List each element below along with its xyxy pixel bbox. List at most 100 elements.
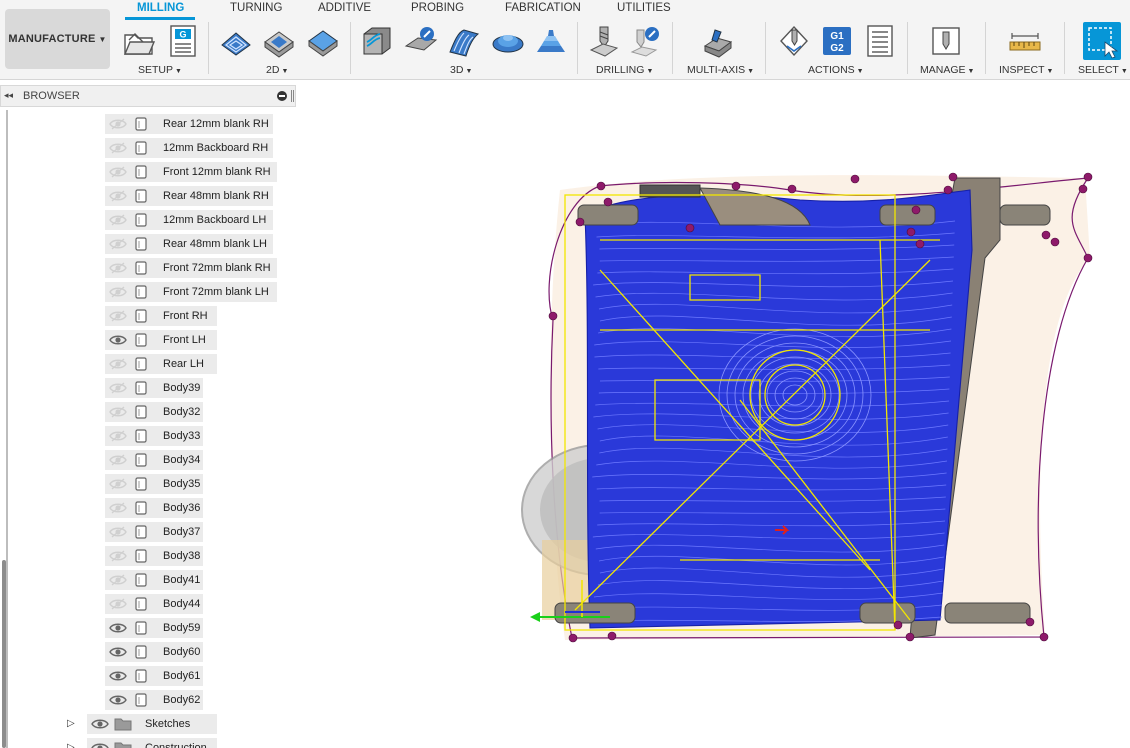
body-row[interactable]: Body60 [105,642,203,662]
3d-pocket-settings-icon[interactable] [404,24,438,58]
eye-hidden-icon[interactable] [109,549,127,563]
browser-scrollbar[interactable] [2,560,6,748]
group-manage[interactable]: MANAGE ▼ [920,64,974,76]
body-row[interactable]: Body62 [105,690,203,710]
tab-probing[interactable]: PROBING [411,2,464,14]
hole-recognition-icon[interactable] [629,24,663,58]
workspace-switcher[interactable]: MANUFACTURE ▼ [5,9,110,69]
3d-parallel-icon[interactable] [447,24,481,58]
body-row[interactable]: Body35 [105,474,203,494]
body-row[interactable]: Front LH [105,330,217,350]
tab-additive[interactable]: ADDITIVE [318,2,371,14]
eye-hidden-icon[interactable] [109,237,127,251]
2d-face-icon[interactable] [306,24,340,58]
expand-arrow-icon[interactable]: ▷ [67,742,75,748]
eye-hidden-icon[interactable] [109,525,127,539]
body-row[interactable]: Body34 [105,450,203,470]
eye-hidden-icon[interactable] [109,597,127,611]
panel-grip-icon[interactable] [291,90,294,102]
tab-fabrication[interactable]: FABRICATION [505,2,581,14]
minimize-icon[interactable] [277,91,287,101]
body-row[interactable]: Rear 48mm blank RH [105,186,273,206]
2d-pocket-icon[interactable] [262,24,296,58]
eye-hidden-icon[interactable] [109,453,127,467]
eye-icon[interactable] [91,717,109,731]
measure-icon[interactable] [1008,24,1042,58]
body-row[interactable]: Body36 [105,498,203,518]
group-actions[interactable]: ACTIONS ▼ [808,64,864,76]
tab-milling[interactable]: MILLING [137,2,184,14]
eye-hidden-icon[interactable] [109,141,127,155]
nc-program-icon[interactable]: G [166,24,200,58]
body-row[interactable]: Front 12mm blank RH [105,162,277,182]
tab-turning[interactable]: TURNING [230,2,282,14]
eye-hidden-icon[interactable] [109,189,127,203]
2d-adaptive-icon[interactable] [219,24,253,58]
eye-hidden-icon[interactable] [109,381,127,395]
body-row[interactable]: Body61 [105,666,203,686]
body-icon [134,309,148,323]
collapse-panel-icon[interactable]: ◂◂ [4,90,13,101]
post-g1-text: G1 [830,31,844,42]
folder-row[interactable]: ▷ Construction [67,738,217,748]
eye-hidden-icon[interactable] [109,261,127,275]
eye-hidden-icon[interactable] [109,501,127,515]
post-process-icon[interactable]: G1 G2 [820,24,854,58]
eye-hidden-icon[interactable] [109,357,127,371]
simulate-icon[interactable] [777,24,811,58]
setup-folder-icon[interactable] [122,24,156,58]
eye-hidden-icon[interactable] [109,429,127,443]
group-3d[interactable]: 3D ▼ [450,64,472,76]
body-row[interactable]: Body32 [105,402,203,422]
eye-hidden-icon[interactable] [109,477,127,491]
group-setup[interactable]: SETUP ▼ [138,64,182,76]
body-row[interactable]: Body41 [105,570,203,590]
body-row[interactable]: Body59 [105,618,203,638]
group-drilling[interactable]: DRILLING ▼ [596,64,653,76]
body-row[interactable]: Front RH [105,306,217,326]
body-row[interactable]: 12mm Backboard LH [105,210,273,230]
eye-icon[interactable] [109,669,127,683]
group-select[interactable]: SELECT ▼ [1078,64,1128,76]
body-row[interactable]: Body44 [105,594,203,614]
body-row[interactable]: Body38 [105,546,203,566]
caret-down-icon: ▼ [967,68,975,75]
eye-icon[interactable] [109,693,127,707]
tool-library-icon[interactable] [929,24,963,58]
drill-icon[interactable] [587,24,621,58]
toolpath-canvas[interactable] [300,80,1130,748]
select-window-icon[interactable] [1083,22,1121,60]
body-row[interactable]: Front 72mm blank LH [105,282,277,302]
body-row[interactable]: Front 72mm blank RH [105,258,277,278]
3d-adaptive-icon[interactable] [360,24,394,58]
body-row[interactable]: 12mm Backboard RH [105,138,273,158]
eye-hidden-icon[interactable] [109,165,127,179]
eye-hidden-icon[interactable] [109,117,127,131]
eye-icon[interactable] [109,645,127,659]
tab-utilities[interactable]: UTILITIES [617,2,671,14]
3d-contour-icon[interactable] [491,24,525,58]
body-row[interactable]: Rear 48mm blank LH [105,234,273,254]
eye-icon[interactable] [109,333,127,347]
body-row[interactable]: Body33 [105,426,203,446]
group-inspect[interactable]: INSPECT ▼ [999,64,1053,76]
eye-hidden-icon[interactable] [109,405,127,419]
folder-row[interactable]: ▷ Sketches [67,714,217,734]
body-row[interactable]: Rear 12mm blank RH [105,114,273,134]
setup-sheet-icon[interactable] [863,24,897,58]
eye-hidden-icon[interactable] [109,573,127,587]
eye-icon[interactable] [91,741,109,748]
graphics-viewport[interactable] [300,80,1130,748]
group-2d[interactable]: 2D ▼ [266,64,288,76]
3d-scallop-icon[interactable] [534,24,568,58]
group-multi-axis[interactable]: MULTI-AXIS ▼ [687,64,754,76]
body-row[interactable]: Body37 [105,522,203,542]
eye-hidden-icon[interactable] [109,309,127,323]
body-row[interactable]: Body39 [105,378,203,398]
eye-icon[interactable] [109,621,127,635]
eye-hidden-icon[interactable] [109,285,127,299]
eye-hidden-icon[interactable] [109,213,127,227]
body-row[interactable]: Rear LH [105,354,217,374]
expand-arrow-icon[interactable]: ▷ [67,718,75,729]
multi-axis-icon[interactable] [701,24,735,58]
